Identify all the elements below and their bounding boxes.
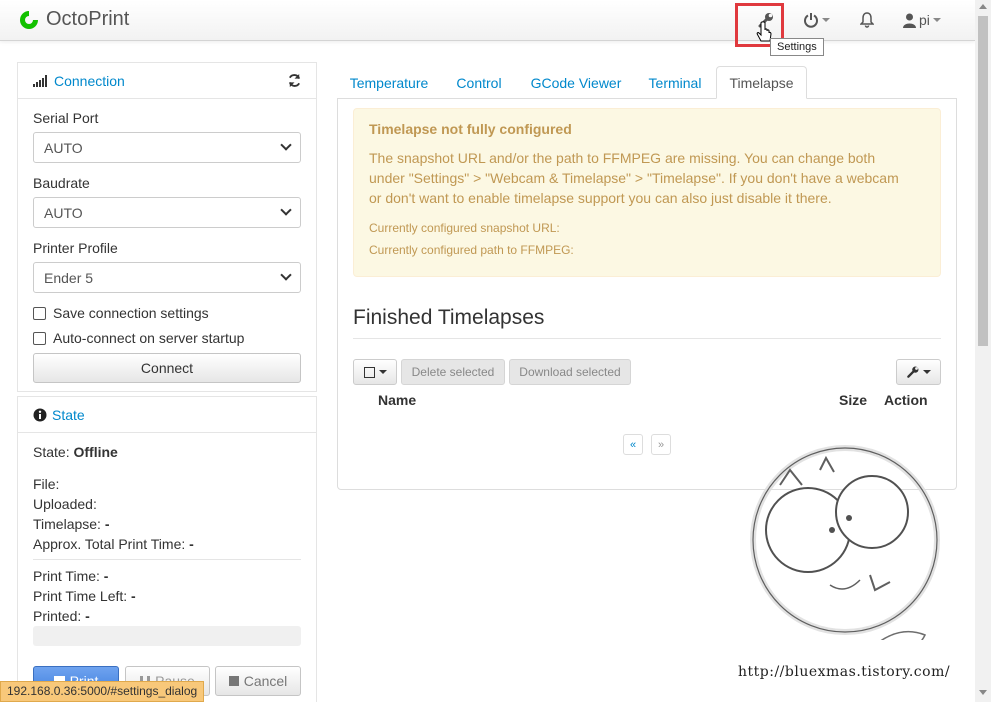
state-status: State: Offline xyxy=(33,444,118,460)
scroll-thumb[interactable] xyxy=(978,16,988,346)
delete-selected-button[interactable]: Delete selected xyxy=(401,359,505,385)
user-name: pi xyxy=(919,12,930,28)
refresh-icon[interactable] xyxy=(287,73,302,88)
serial-port-label: Serial Port xyxy=(33,110,99,126)
state-header[interactable]: State xyxy=(18,397,316,433)
brand[interactable]: OctoPrint xyxy=(18,8,129,31)
watermark-logo xyxy=(750,445,940,640)
status-bar-url: 192.168.0.36:5000/#settings_dialog xyxy=(0,681,205,702)
chevron-down-icon xyxy=(822,18,830,22)
navbar: OctoPrint pi xyxy=(0,0,975,41)
printed: Printed: - xyxy=(33,608,90,624)
alert-title: Timelapse not fully configured xyxy=(369,121,572,137)
chevron-down-icon xyxy=(280,139,292,151)
download-selected-button[interactable]: Download selected xyxy=(509,359,631,385)
chevron-down-icon xyxy=(280,269,292,281)
bell-icon xyxy=(860,12,874,28)
save-settings-row[interactable]: Save connection settings xyxy=(33,305,209,321)
user-menu-button[interactable]: pi xyxy=(903,10,941,30)
watermark-url: http://bluexmas.tistory.com/ xyxy=(738,664,951,680)
uploaded-label: Uploaded: xyxy=(33,496,97,512)
baudrate-value: AUTO xyxy=(44,204,83,221)
system-menu-button[interactable] xyxy=(803,10,830,30)
approx-print-time-label: Approx. Total Print Time: xyxy=(33,536,186,552)
chevron-down-icon xyxy=(378,370,387,374)
approx-print-time-value: - xyxy=(189,536,194,552)
stop-icon xyxy=(228,676,239,686)
tab-control[interactable]: Control xyxy=(445,66,513,99)
print-time-left-label: Print Time Left: xyxy=(33,588,128,604)
autoconnect-checkbox[interactable] xyxy=(33,331,46,345)
printed-value: - xyxy=(85,608,90,624)
column-header-size[interactable]: Size xyxy=(839,392,867,408)
printer-profile-value: Ender 5 xyxy=(44,269,94,286)
cancel-button[interactable]: Cancel xyxy=(215,666,301,696)
printer-profile-select[interactable]: Ender 5 xyxy=(33,262,301,293)
ffmpeg-path-line: Currently configured path to FFMPEG: xyxy=(369,243,574,257)
chevron-down-icon xyxy=(923,370,931,374)
divider xyxy=(353,338,941,339)
print-time-left: Print Time Left: - xyxy=(33,588,136,604)
octoprint-logo-icon xyxy=(20,10,38,29)
page-scrollbar[interactable] xyxy=(975,0,991,702)
chevron-down-icon xyxy=(932,18,941,22)
tab-temperature[interactable]: Temperature xyxy=(337,66,441,99)
finished-timelapses-title: Finished Timelapses xyxy=(353,306,545,329)
state-status-value: Offline xyxy=(73,444,118,460)
notifications-button[interactable] xyxy=(860,10,874,30)
alert-body: The snapshot URL and/or the path to FFMP… xyxy=(369,150,899,206)
connection-header[interactable]: Connection xyxy=(18,63,316,99)
checkbox-icon xyxy=(363,366,375,378)
timelapse-warning-alert: Timelapse not fully configured The snaps… xyxy=(353,108,941,277)
connect-button[interactable]: Connect xyxy=(33,353,301,383)
baudrate-select[interactable]: AUTO xyxy=(33,197,301,228)
print-time-left-value: - xyxy=(131,588,136,604)
approx-print-time: Approx. Total Print Time: - xyxy=(33,536,194,552)
pagination-prev-button[interactable]: « xyxy=(623,434,643,455)
tab-timelapse[interactable]: Timelapse xyxy=(716,66,807,99)
baudrate-label: Baudrate xyxy=(33,175,90,191)
print-time-value: - xyxy=(103,568,109,584)
brand-name: OctoPrint xyxy=(46,8,130,30)
timelapse-actions-button[interactable] xyxy=(896,359,941,385)
snapshot-url-line: Currently configured snapshot URL: xyxy=(369,221,560,235)
state-status-label: State: xyxy=(33,444,70,460)
printed-label: Printed: xyxy=(33,608,82,624)
power-icon xyxy=(804,13,818,28)
print-progress-bar xyxy=(33,626,301,646)
autoconnect-row[interactable]: Auto-connect on server startup xyxy=(33,330,244,346)
save-settings-label[interactable]: Save connection settings xyxy=(53,305,209,321)
cancel-button-label: Cancel xyxy=(243,673,288,689)
signal-icon xyxy=(33,74,47,87)
scroll-up-icon[interactable] xyxy=(979,4,987,9)
file-label: File: xyxy=(33,476,60,492)
serial-port-select[interactable]: AUTO xyxy=(33,132,301,163)
tab-gcode-viewer[interactable]: GCode Viewer xyxy=(517,66,635,99)
connection-title[interactable]: Connection xyxy=(54,73,125,89)
state-title[interactable]: State xyxy=(52,407,85,423)
timelapse-status-value: - xyxy=(104,516,110,532)
print-time-label: Print Time: xyxy=(33,568,100,584)
timelapse-status-label: Timelapse: xyxy=(33,516,101,532)
tab-terminal[interactable]: Terminal xyxy=(639,66,711,99)
scroll-down-icon[interactable] xyxy=(979,690,987,695)
save-settings-checkbox[interactable] xyxy=(33,306,46,320)
column-header-name[interactable]: Name xyxy=(378,392,416,408)
printer-profile-label: Printer Profile xyxy=(33,240,118,256)
serial-port-value: AUTO xyxy=(44,139,83,156)
autoconnect-label[interactable]: Auto-connect on server startup xyxy=(53,330,244,346)
column-header-action: Action xyxy=(884,392,928,408)
info-icon xyxy=(33,408,47,421)
chevron-down-icon xyxy=(280,204,292,216)
pagination-next-button[interactable]: » xyxy=(651,434,671,455)
settings-tooltip: Settings xyxy=(770,38,824,56)
timelapse-status: Timelapse: - xyxy=(33,516,110,532)
print-time: Print Time: - xyxy=(33,568,108,584)
user-icon xyxy=(903,13,916,28)
select-dropdown-button[interactable] xyxy=(353,359,397,385)
divider xyxy=(33,559,301,560)
wrench-icon xyxy=(907,366,919,378)
